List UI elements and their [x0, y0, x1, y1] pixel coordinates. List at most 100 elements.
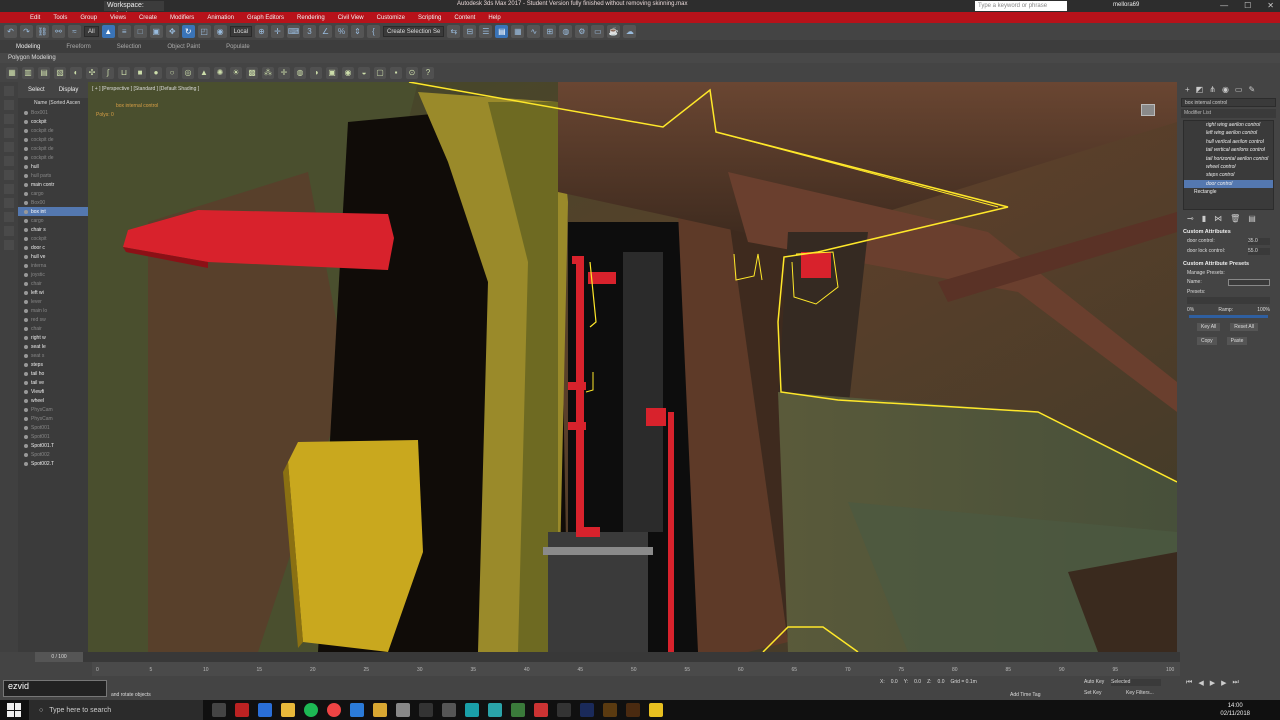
key-all-button[interactable]: Key All [1197, 323, 1221, 331]
visibility-eye-icon[interactable] [24, 398, 28, 403]
previous-frame-icon[interactable]: ◀ [1198, 679, 1203, 687]
pivot-center-icon[interactable]: ⊕ [255, 25, 269, 38]
scene-tree-row[interactable]: lever [18, 297, 88, 306]
scene-tree-row[interactable]: seat s [18, 351, 88, 360]
play-icon[interactable]: ▶ [1210, 679, 1215, 687]
paste-button[interactable]: Paste [1226, 337, 1248, 345]
door-control-spinner[interactable]: 35.0 [1248, 238, 1270, 245]
visibility-eye-icon[interactable] [24, 119, 28, 124]
time-slider-track[interactable]: 0 / 100 [35, 652, 1180, 662]
mudbox-icon[interactable] [511, 703, 525, 717]
scene-tree-row[interactable]: cargo [18, 189, 88, 198]
app-dark-icon[interactable] [442, 703, 456, 717]
scene-tree-row[interactable]: red sw [18, 315, 88, 324]
isolate-icon[interactable]: ◐ [70, 66, 82, 79]
windows-start-icon[interactable] [7, 703, 21, 717]
viewcube-icon[interactable] [1141, 104, 1155, 116]
app-c-icon[interactable] [557, 703, 571, 717]
custom-attributes-rollout[interactable]: Custom Attributes [1183, 229, 1274, 235]
unlink-icon[interactable]: ⚯ [52, 25, 65, 38]
scene-tree-row[interactable]: cockpit de [18, 144, 88, 153]
modifier-stack-item[interactable]: right wing aerilon control [1184, 121, 1273, 129]
menu-help[interactable]: Help [488, 15, 500, 21]
select-object-icon[interactable]: ▲ [101, 25, 115, 38]
visibility-eye-icon[interactable] [24, 407, 28, 412]
curve-editor-icon[interactable]: ∿ [527, 25, 541, 38]
helper-icon[interactable]: ✛ [278, 66, 290, 79]
visibility-eye-icon[interactable] [24, 281, 28, 286]
scene-tree-row[interactable]: cockpit de [18, 126, 88, 135]
visibility-eye-icon[interactable] [24, 362, 28, 367]
redo-icon[interactable]: ↷ [20, 25, 33, 38]
move-icon[interactable]: ✥ [165, 25, 179, 38]
media-app-icon[interactable] [235, 703, 249, 717]
visibility-eye-icon[interactable] [24, 425, 28, 430]
bridge-icon[interactable] [626, 703, 640, 717]
file-explorer-icon[interactable] [281, 703, 295, 717]
tab-selection[interactable]: Selection [117, 44, 142, 50]
render-icon[interactable]: ☕ [607, 25, 621, 38]
polygon-modeling-panel[interactable]: Polygon Modeling [0, 53, 1280, 63]
scene-tree-row[interactable]: PhysCam [18, 405, 88, 414]
teapot-icon[interactable]: ◑ [310, 66, 322, 79]
material-editor-icon[interactable]: ◍ [559, 25, 573, 38]
scene-tree-row[interactable]: right w [18, 333, 88, 342]
visibility-eye-icon[interactable] [24, 416, 28, 421]
visibility-eye-icon[interactable] [24, 461, 28, 466]
presets-dropdown[interactable] [1187, 297, 1270, 304]
visibility-eye-icon[interactable] [24, 245, 28, 250]
ribbon-icon[interactable]: ▦ [511, 25, 525, 38]
link-icon[interactable]: ⛓ [36, 25, 49, 38]
spline-icon[interactable]: ∫ [102, 66, 114, 79]
filter-xrefs-icon[interactable] [4, 184, 14, 194]
frame-icon[interactable]: ▢ [374, 66, 386, 79]
goto-start-icon[interactable]: ⏮ [1186, 679, 1192, 687]
add-to-layer-icon[interactable]: ▤ [38, 66, 50, 79]
select-by-name-icon[interactable]: ≡ [117, 25, 131, 38]
configure-modifier-icon[interactable]: ▤ [1248, 214, 1256, 223]
modifier-stack-item[interactable]: door control [1184, 179, 1273, 189]
menu-tools[interactable]: Tools [53, 15, 67, 21]
scene-tree-row[interactable]: Spot001 [18, 432, 88, 441]
scene-tree-row[interactable]: PhysCam [18, 414, 88, 423]
geosphere-icon[interactable]: ○ [166, 66, 178, 79]
visibility-eye-icon[interactable] [24, 110, 28, 115]
spotify-icon[interactable] [304, 703, 318, 717]
menu-customize[interactable]: Customize [377, 15, 405, 21]
z-coord-value[interactable]: 0.0 [938, 679, 945, 685]
omni-light-icon[interactable]: ☀ [230, 66, 242, 79]
filter-cameras-icon[interactable] [4, 128, 14, 138]
menu-modifiers[interactable]: Modifiers [170, 15, 194, 21]
scene-tree-row[interactable]: Box00 [18, 198, 88, 207]
filter-lights-icon[interactable] [4, 114, 14, 124]
scene-tree-row[interactable]: Spot001 [18, 423, 88, 432]
grid-icon[interactable]: ▩ [246, 66, 258, 79]
scene-tree-row[interactable]: cargo [18, 216, 88, 225]
pin-stack-icon[interactable]: ⊸ [1187, 214, 1194, 223]
edit-named-selections-icon[interactable]: { [367, 25, 381, 38]
visibility-eye-icon[interactable] [24, 335, 28, 340]
settings-icon[interactable]: ⊙ [406, 66, 418, 79]
visibility-eye-icon[interactable] [24, 191, 28, 196]
schematic-view-icon[interactable]: ⊞ [543, 25, 557, 38]
visibility-eye-icon[interactable] [24, 236, 28, 241]
scene-explorer-icon[interactable]: ▤ [495, 25, 509, 38]
maximize-icon[interactable]: ☐ [1244, 1, 1251, 10]
scene-tree-row[interactable]: Spot001.T [18, 441, 88, 450]
track-bar[interactable]: 0 5 10 15 20 25 30 35 40 45 50 55 60 65 70 75 80 85 90 95 10… [92, 662, 1180, 676]
goto-end-icon[interactable]: ⏭ [1232, 679, 1238, 687]
base-object[interactable]: Rectangle [1184, 188, 1273, 196]
visibility-eye-icon[interactable] [24, 182, 28, 187]
display-panel-icon[interactable]: ▭ [1235, 85, 1243, 94]
selection-region-icon[interactable]: □ [133, 25, 147, 38]
scene-tree-row[interactable]: wheel [18, 396, 88, 405]
minimize-icon[interactable]: — [1220, 1, 1228, 10]
visibility-eye-icon[interactable] [24, 200, 28, 205]
scene-tree-row[interactable]: chair s [18, 225, 88, 234]
menu-create[interactable]: Create [139, 15, 157, 21]
visibility-eye-icon[interactable] [24, 389, 28, 394]
filter-helpers-icon[interactable] [4, 142, 14, 152]
visibility-eye-icon[interactable] [24, 128, 28, 133]
filter-shapes-icon[interactable] [4, 100, 14, 110]
angle-snap-icon[interactable]: ∠ [319, 25, 333, 38]
